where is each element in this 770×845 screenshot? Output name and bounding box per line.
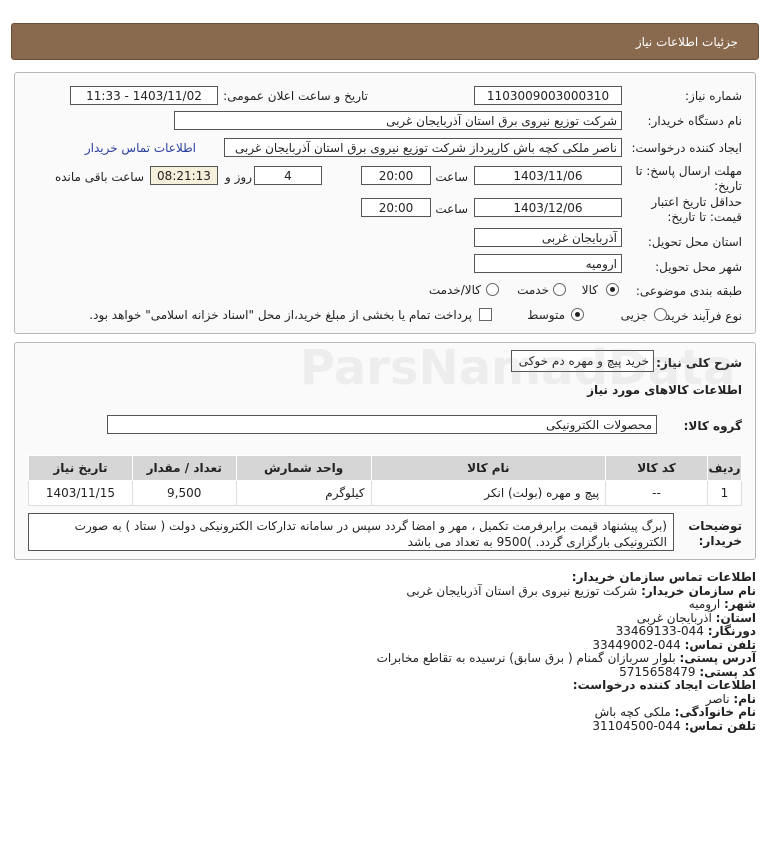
city-field: ارومیه <box>474 254 622 273</box>
remaining-time-label: ساعت باقی مانده <box>54 170 144 184</box>
creator-last-name-line: نام خانوادگی: ملکی کچه باش <box>594 705 756 719</box>
buyer-org-label: نام دستگاه خریدار: <box>647 114 743 128</box>
deadline-label: مهلت ارسال پاسخ: تا <box>635 164 742 178</box>
cell-row-number: 1 <box>706 480 743 506</box>
remaining-time-field: 08:21:13 <box>150 166 218 185</box>
treasury-payment-checkbox[interactable] <box>479 308 492 321</box>
buyer-notes-label-2: خریدار: <box>698 534 742 548</box>
col-header-quantity: تعداد / مقدار <box>131 455 237 481</box>
goods-group-label: گروه کالا: <box>683 419 742 433</box>
col-header-goods-code: کد کالا <box>605 455 708 481</box>
process-option-minor: جزیی <box>620 308 648 322</box>
deadline-label-date: تاریخ: <box>714 179 742 193</box>
category-radio-goods-service[interactable] <box>486 283 499 296</box>
category-option-goods: کالا <box>581 283 598 297</box>
watermark-text: ParsNamadData <box>300 340 736 396</box>
category-radio-goods[interactable] <box>606 283 619 296</box>
creator-first-name-line: نام: ناصر <box>705 691 756 706</box>
creator-info-title: اطلاعات ایجاد کننده درخواست: <box>572 678 756 692</box>
validity-time-label: ساعت <box>435 202 468 216</box>
buyer-org-field: شرکت توزیع نیروی برق استان آذربایجان غرب… <box>174 111 622 130</box>
province-field: آذربایجان غربی <box>474 228 622 247</box>
creator-field: ناصر ملکی کچه باش کارپرداز شرکت توزیع نی… <box>224 138 622 157</box>
process-option-medium: متوسط <box>527 308 565 322</box>
validity-label: حداقل تاریخ اعتبار <box>651 195 742 209</box>
process-radio-minor[interactable] <box>654 308 667 321</box>
contact-city-line: شهر: ارومیه <box>688 597 756 611</box>
buyer-notes-field: (برگ پیشنهاد قیمت برابرفرمت تکمیل ، مهر … <box>28 513 674 551</box>
page-header: جزئیات اطلاعات نیاز <box>11 23 759 60</box>
validity-date-field: 1403/12/06 <box>474 198 622 217</box>
table-row: 1 -- پیچ و مهره (بولت) انکر کیلوگرم 9,50… <box>28 480 743 506</box>
buyer-contact-section: اطلاعات تماس سازمان خریدار: نام سازمان خ… <box>16 570 756 733</box>
cell-unit: کیلوگرم <box>235 480 372 506</box>
buyer-contact-link[interactable]: اطلاعات تماس خریدار <box>85 141 196 155</box>
cell-goods-code: -- <box>605 480 708 506</box>
deadline-time-label: ساعت <box>435 170 468 184</box>
days-label: روز و <box>225 170 252 184</box>
col-header-unit: واحد شمارش <box>235 455 372 481</box>
category-label: طبقه بندی موضوعی: <box>635 284 742 298</box>
contact-org-line: نام سازمان خریدار: شرکت توزیع نیروی برق … <box>406 583 756 598</box>
contact-title: اطلاعات تماس سازمان خریدار: <box>571 570 756 584</box>
need-number-field: 1103009003000310 <box>474 86 622 105</box>
process-label: نوع فرآیند خرید : <box>657 309 742 323</box>
contact-address-line: آدرس پستی: بلوار سربازان گمنام ( برق ساب… <box>376 651 756 665</box>
cell-need-date: 1403/11/15 <box>28 480 133 506</box>
announce-label: تاریخ و ساعت اعلان عمومی: <box>223 89 368 103</box>
need-number-label: شماره نیاز: <box>685 89 742 103</box>
category-radio-service[interactable] <box>553 283 566 296</box>
contact-phone-line: تلفن تماس: 044-33449002 <box>592 637 756 652</box>
treasury-payment-note: پرداخت تمام یا بخشی از مبلغ خرید،از محل … <box>89 308 472 322</box>
contact-postal-line: کد پستی: 5715658479 <box>619 664 756 679</box>
contact-fax-line: دورنگار: 044-33469133 <box>615 624 756 638</box>
contact-province-line: استان: آذربایجان غربی <box>636 610 756 625</box>
validity-time-field: 20:00 <box>361 198 431 217</box>
goods-group-field: محصولات الکترونیکی <box>107 415 657 434</box>
category-option-goods-service: کالا/خدمت <box>428 283 481 297</box>
deadline-date-field: 1403/11/06 <box>474 166 622 185</box>
province-label: استان محل تحویل: <box>647 235 742 249</box>
category-option-service: خدمت <box>517 283 549 297</box>
buyer-notes-label: توضیحات <box>688 519 742 533</box>
col-header-need-date: تاریخ نیاز <box>28 455 133 481</box>
city-label: شهر محل تحویل: <box>655 260 742 274</box>
goods-table-header-row: ردیف کد کالا نام کالا واحد شمارش تعداد /… <box>28 455 743 481</box>
page-title: جزئیات اطلاعات نیاز <box>635 35 738 49</box>
goods-table: ردیف کد کالا نام کالا واحد شمارش تعداد /… <box>28 455 743 506</box>
days-remaining-field: 4 <box>254 166 322 185</box>
validity-label-date: قیمت: تا تاریخ: <box>667 210 742 224</box>
cell-quantity: 9,500 <box>131 480 237 506</box>
col-header-goods-name: نام کالا <box>370 455 607 481</box>
process-radio-medium[interactable] <box>571 308 584 321</box>
announce-field: 1403/11/02 - 11:33 <box>70 86 218 105</box>
creator-label: ایجاد کننده درخواست: <box>631 141 742 155</box>
creator-phone-line: تلفن تماس: 044-31104500 <box>592 718 756 733</box>
cell-goods-name: پیچ و مهره (بولت) انکر <box>370 480 607 506</box>
col-header-row-number: ردیف <box>706 455 743 481</box>
deadline-time-field: 20:00 <box>361 166 431 185</box>
